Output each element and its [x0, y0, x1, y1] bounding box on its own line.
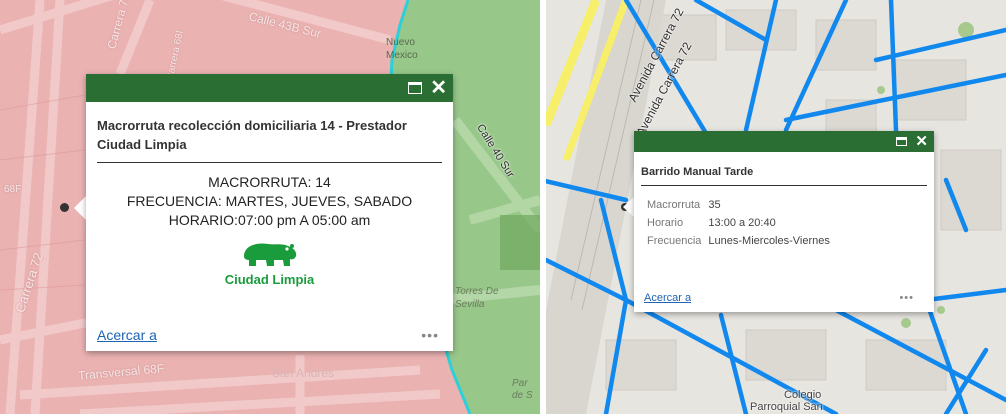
frecuencia-label: FRECUENCIA:: [126, 193, 222, 209]
close-icon[interactable]: ✕: [915, 134, 928, 149]
zoom-to-link[interactable]: Acercar a: [644, 292, 691, 304]
table-row: Frecuencia Lunes-Miercoles-Viernes: [647, 232, 835, 250]
provider-logo: Ciudad Limpia: [86, 238, 453, 287]
more-options-button[interactable]: •••: [899, 292, 914, 304]
route-info-popup: ✕ Macrorruta recolección domiciliaria 14…: [86, 74, 453, 351]
frecuencia-value: MARTES, JUEVES, SABADO: [225, 193, 413, 209]
right-map-panel[interactable]: Avenida Carrera 72 Avenida Carrera 72 Co…: [546, 0, 1006, 414]
attribute-value: Lunes-Miercoles-Viernes: [708, 235, 830, 247]
attribute-key: Frecuencia: [647, 235, 702, 247]
maximize-icon[interactable]: [408, 82, 423, 94]
popup-title: Macrorruta recolección domiciliaria 14 -…: [97, 116, 442, 163]
macroruta-line: MACRORRUTA: 14: [86, 173, 453, 192]
horario-label: HORARIO:: [168, 212, 238, 228]
hippo-logo-icon: [243, 243, 296, 266]
more-options-button[interactable]: •••: [421, 327, 439, 343]
zoom-to-link[interactable]: Acercar a: [97, 327, 157, 343]
route-details: MACRORRUTA: 14 FRECUENCIA: MARTES, JUEVE…: [86, 173, 453, 230]
horario-value: 07:00 pm A 05:00 am: [237, 212, 371, 228]
sweeping-info-popup: ✕ Barrido Manual Tarde Macrorruta 35 Hor…: [634, 131, 934, 312]
popup-header: ✕: [634, 131, 934, 152]
horario-line: HORARIO:07:00 pm A 05:00 am: [86, 211, 453, 230]
close-icon[interactable]: ✕: [430, 78, 447, 98]
selected-point-marker[interactable]: [60, 203, 69, 212]
macroruta-label: MACRORRUTA:: [208, 174, 312, 190]
maximize-icon[interactable]: [896, 137, 908, 146]
attribute-key: Horario: [647, 217, 684, 229]
table-row: Macrorruta 35: [647, 196, 835, 214]
attribute-value: 13:00 a 20:40: [708, 217, 776, 229]
provider-logo-text: Ciudad Limpia: [224, 272, 315, 287]
frecuencia-line: FRECUENCIA: MARTES, JUEVES, SABADO: [86, 192, 453, 211]
attribute-table: Macrorruta 35 Horario 13:00 a 20:40 Frec…: [647, 196, 835, 250]
left-map-panel[interactable]: Calle 43B Sur Carrera 72 Carrera 68I Cal…: [0, 0, 540, 414]
table-row: Horario 13:00 a 20:40: [647, 214, 835, 232]
popup-title: Barrido Manual Tarde: [641, 164, 927, 186]
popup-pointer: [623, 197, 634, 217]
attribute-key: Macrorruta: [647, 199, 701, 211]
popup-pointer: [74, 196, 86, 220]
macroruta-value: 14: [315, 174, 331, 190]
popup-header: ✕: [86, 74, 453, 102]
attribute-value: 35: [708, 199, 721, 211]
